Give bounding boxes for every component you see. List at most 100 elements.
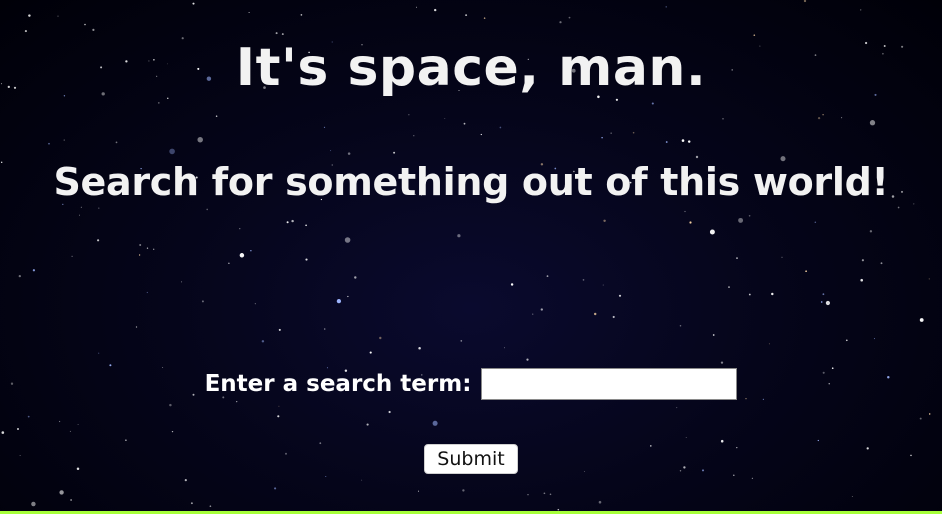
star bbox=[254, 303, 256, 305]
star bbox=[418, 347, 421, 350]
star bbox=[434, 8, 437, 12]
star bbox=[153, 248, 155, 250]
star bbox=[593, 312, 597, 316]
star bbox=[510, 283, 514, 286]
star bbox=[115, 141, 118, 144]
star bbox=[679, 324, 682, 327]
star bbox=[325, 475, 327, 477]
star bbox=[190, 502, 193, 505]
star bbox=[24, 30, 27, 33]
star bbox=[540, 308, 543, 311]
star bbox=[499, 126, 502, 129]
star bbox=[738, 217, 744, 223]
page-title: It's space, man. bbox=[235, 38, 707, 98]
star bbox=[250, 250, 252, 252]
star bbox=[209, 505, 212, 508]
star bbox=[568, 16, 571, 19]
star bbox=[822, 113, 824, 116]
star bbox=[532, 313, 534, 315]
star bbox=[197, 136, 203, 143]
star bbox=[665, 6, 667, 8]
search-form: Enter a search term: bbox=[0, 368, 942, 400]
star bbox=[181, 281, 183, 283]
page-subtitle: Search for something out of this world! bbox=[53, 160, 889, 204]
star bbox=[460, 340, 463, 342]
star bbox=[598, 500, 602, 504]
star bbox=[201, 300, 204, 303]
star bbox=[286, 221, 289, 224]
star bbox=[465, 14, 468, 17]
star bbox=[248, 11, 250, 14]
star bbox=[84, 23, 86, 26]
star bbox=[347, 295, 349, 298]
star bbox=[379, 336, 382, 340]
star bbox=[582, 279, 585, 281]
star bbox=[1, 431, 5, 434]
star bbox=[215, 115, 218, 117]
star bbox=[236, 400, 238, 403]
star bbox=[32, 269, 36, 272]
star bbox=[146, 291, 148, 294]
star bbox=[681, 139, 685, 142]
star bbox=[665, 141, 668, 143]
star bbox=[869, 120, 876, 126]
star bbox=[632, 131, 635, 134]
star bbox=[861, 259, 864, 262]
star bbox=[275, 32, 278, 35]
star bbox=[602, 284, 604, 286]
star bbox=[610, 132, 612, 134]
star bbox=[549, 493, 552, 496]
star bbox=[109, 364, 112, 367]
star bbox=[546, 275, 549, 277]
star bbox=[733, 474, 735, 477]
star bbox=[483, 17, 486, 19]
star bbox=[695, 155, 699, 159]
search-row: Enter a search term: bbox=[205, 368, 738, 400]
star bbox=[803, 0, 807, 3]
star bbox=[851, 495, 853, 497]
star bbox=[462, 489, 465, 492]
star bbox=[722, 117, 724, 120]
star bbox=[615, 98, 619, 101]
star bbox=[70, 499, 72, 501]
star bbox=[97, 239, 100, 242]
star bbox=[48, 142, 50, 145]
star bbox=[80, 206, 82, 208]
star bbox=[928, 413, 931, 415]
star bbox=[323, 126, 326, 129]
star bbox=[860, 9, 862, 11]
star bbox=[685, 437, 687, 438]
star bbox=[805, 270, 807, 273]
star bbox=[281, 33, 284, 36]
star bbox=[171, 430, 174, 433]
star bbox=[612, 315, 615, 319]
star bbox=[28, 14, 31, 17]
star bbox=[689, 221, 692, 224]
star bbox=[366, 423, 369, 426]
star bbox=[59, 490, 64, 495]
star bbox=[720, 361, 724, 364]
star bbox=[77, 424, 79, 425]
star bbox=[817, 116, 821, 120]
star bbox=[57, 15, 59, 17]
search-input[interactable] bbox=[481, 368, 738, 400]
star bbox=[817, 439, 819, 442]
star bbox=[601, 136, 603, 139]
star bbox=[684, 210, 686, 213]
star bbox=[919, 417, 922, 420]
star bbox=[676, 407, 678, 409]
star bbox=[480, 133, 482, 136]
star bbox=[98, 352, 100, 354]
star bbox=[543, 492, 546, 495]
star bbox=[92, 28, 95, 31]
star bbox=[300, 14, 303, 16]
star bbox=[393, 151, 396, 154]
star bbox=[169, 148, 175, 155]
star bbox=[274, 487, 277, 490]
star bbox=[139, 244, 142, 246]
submit-button[interactable]: Submit bbox=[424, 444, 518, 474]
submit-row: Submit bbox=[0, 444, 942, 474]
star bbox=[768, 343, 770, 345]
star bbox=[291, 219, 294, 223]
star bbox=[278, 405, 280, 407]
